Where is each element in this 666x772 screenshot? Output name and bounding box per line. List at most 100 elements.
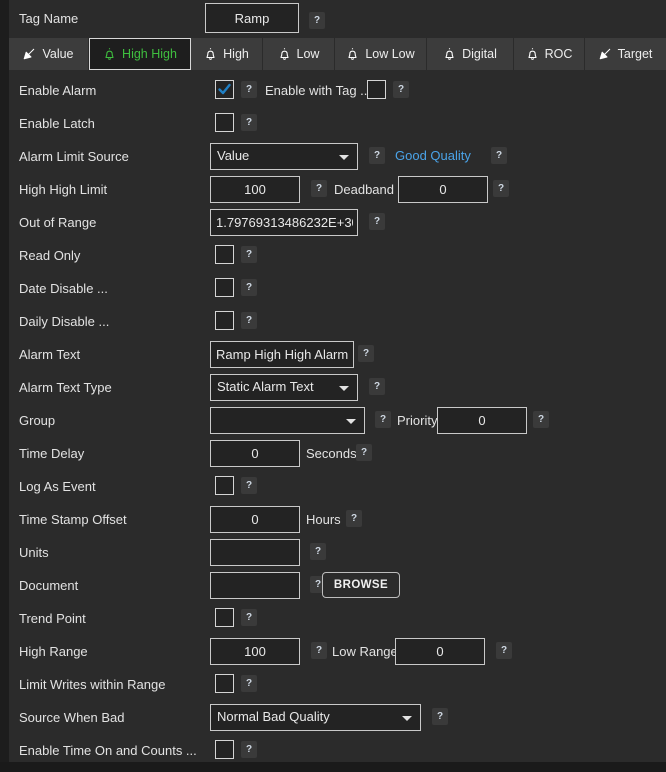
high-high-limit-input[interactable] <box>210 176 300 203</box>
tab-low[interactable]: Low <box>263 38 335 70</box>
tab-roc[interactable]: ROC <box>514 38 585 70</box>
chevron-down-icon <box>339 386 349 391</box>
enable-with-tag-checkbox[interactable] <box>367 80 386 99</box>
tag-name-label: Tag Name <box>19 11 78 26</box>
time-stamp-offset-help-icon[interactable]: ? <box>346 510 362 527</box>
deadband-help-icon[interactable]: ? <box>493 180 509 197</box>
alarm-text-type-help-icon[interactable]: ? <box>369 378 385 395</box>
low-range-input[interactable] <box>395 638 485 665</box>
enable-alarm-checkbox[interactable] <box>215 80 234 99</box>
deadband-input[interactable] <box>398 176 488 203</box>
document-input[interactable] <box>210 572 300 599</box>
tab-low-low[interactable]: Low Low <box>335 38 427 70</box>
tab-high-high[interactable]: High High <box>89 38 191 70</box>
group-help-icon[interactable]: ? <box>375 411 391 428</box>
row-alarm-text: Alarm Text ? <box>9 340 666 373</box>
tag-name-help-icon[interactable]: ? <box>309 12 325 29</box>
high-range-help-icon[interactable]: ? <box>311 642 327 659</box>
bell-icon <box>526 47 539 61</box>
enable-with-tag-help-icon[interactable]: ? <box>393 81 409 98</box>
date-disable-label: Date Disable ... <box>19 281 108 296</box>
trend-point-help-icon[interactable]: ? <box>241 609 257 626</box>
log-as-event-help-icon[interactable]: ? <box>241 477 257 494</box>
alarm-text-type-value: Static Alarm Text <box>217 379 314 394</box>
daily-disable-help-icon[interactable]: ? <box>241 312 257 329</box>
source-when-bad-label: Source When Bad <box>19 710 125 725</box>
row-enable-latch: Enable Latch ? <box>9 111 666 144</box>
time-delay-help-icon[interactable]: ? <box>356 444 372 461</box>
tab-bar: Value High High High Low <box>9 38 666 70</box>
row-high-high-limit: High High Limit ? Deadband ? <box>9 175 666 208</box>
tag-name-input[interactable] <box>205 3 299 33</box>
enable-latch-checkbox[interactable] <box>215 113 234 132</box>
row-alarm-text-type: Alarm Text Type Static Alarm Text ? <box>9 373 666 406</box>
enable-time-on-help-icon[interactable]: ? <box>241 741 257 758</box>
chevron-down-icon <box>339 155 349 160</box>
high-range-input[interactable] <box>210 638 300 665</box>
log-as-event-label: Log As Event <box>19 479 96 494</box>
row-high-range: High Range ? Low Range ? <box>9 637 666 670</box>
time-delay-label: Time Delay <box>19 446 84 461</box>
date-disable-help-icon[interactable]: ? <box>241 279 257 296</box>
time-stamp-offset-input[interactable] <box>210 506 300 533</box>
browse-button[interactable]: BROWSE <box>322 572 400 598</box>
alarm-config-panel: Tag Name ? Value High High <box>0 0 666 762</box>
time-delay-input[interactable] <box>210 440 300 467</box>
limit-writes-label: Limit Writes within Range <box>19 677 165 692</box>
source-when-bad-dropdown[interactable]: Normal Bad Quality <box>210 704 421 731</box>
enable-alarm-help-icon[interactable]: ? <box>241 81 257 98</box>
out-of-range-help-icon[interactable]: ? <box>369 213 385 230</box>
alarm-limit-source-help-icon[interactable]: ? <box>369 147 385 164</box>
row-time-delay: Time Delay Seconds ? <box>9 439 666 472</box>
low-range-help-icon[interactable]: ? <box>496 642 512 659</box>
limit-writes-help-icon[interactable]: ? <box>241 675 257 692</box>
enable-latch-help-icon[interactable]: ? <box>241 114 257 131</box>
alarm-limit-source-label: Alarm Limit Source <box>19 149 129 164</box>
high-high-limit-help-icon[interactable]: ? <box>311 180 327 197</box>
enable-time-on-checkbox[interactable] <box>215 740 234 759</box>
row-out-of-range: Out of Range ? <box>9 208 666 241</box>
daily-disable-checkbox[interactable] <box>215 311 234 330</box>
daily-disable-label: Daily Disable ... <box>19 314 109 329</box>
tab-digital[interactable]: Digital <box>427 38 514 70</box>
date-disable-checkbox[interactable] <box>215 278 234 297</box>
tag-icon <box>599 47 612 61</box>
document-label: Document <box>19 578 78 593</box>
group-dropdown[interactable] <box>210 407 365 434</box>
units-input[interactable] <box>210 539 300 566</box>
time-delay-units-label: Seconds <box>306 446 357 461</box>
alarm-text-help-icon[interactable]: ? <box>358 345 374 362</box>
out-of-range-input[interactable] <box>210 209 358 236</box>
alarm-text-type-dropdown[interactable]: Static Alarm Text <box>210 374 358 401</box>
tab-target[interactable]: Target <box>585 38 666 70</box>
row-read-only: Read Only ? <box>9 244 666 277</box>
tab-high[interactable]: High <box>191 38 263 70</box>
row-trend-point: Trend Point ? <box>9 607 666 640</box>
tab-label: Low Low <box>365 47 414 61</box>
alarm-text-input[interactable] <box>210 341 354 368</box>
units-help-icon[interactable]: ? <box>310 543 326 560</box>
priority-input[interactable] <box>437 407 527 434</box>
priority-help-icon[interactable]: ? <box>533 411 549 428</box>
alarm-limit-source-dropdown[interactable]: Value <box>210 143 358 170</box>
row-enable-time-on: Enable Time On and Counts ... ? <box>9 739 666 772</box>
high-high-limit-label: High High Limit <box>19 182 107 197</box>
enable-alarm-label: Enable Alarm <box>19 83 96 98</box>
row-source-when-bad: Source When Bad Normal Bad Quality ? <box>9 703 666 736</box>
enable-latch-label: Enable Latch <box>19 116 95 131</box>
high-range-label: High Range <box>19 644 88 659</box>
tab-label: High <box>223 47 249 61</box>
limit-writes-checkbox[interactable] <box>215 674 234 693</box>
deadband-label: Deadband <box>334 182 394 197</box>
tab-label: Target <box>618 47 653 61</box>
panel-content: Tag Name ? Value High High <box>9 0 666 762</box>
quality-help-icon[interactable]: ? <box>491 147 507 164</box>
row-document: Document ? BROWSE <box>9 571 666 604</box>
read-only-help-icon[interactable]: ? <box>241 246 257 263</box>
log-as-event-checkbox[interactable] <box>215 476 234 495</box>
tab-value[interactable]: Value <box>9 38 89 70</box>
source-when-bad-help-icon[interactable]: ? <box>432 708 448 725</box>
bell-icon <box>103 47 116 61</box>
read-only-checkbox[interactable] <box>215 245 234 264</box>
trend-point-checkbox[interactable] <box>215 608 234 627</box>
